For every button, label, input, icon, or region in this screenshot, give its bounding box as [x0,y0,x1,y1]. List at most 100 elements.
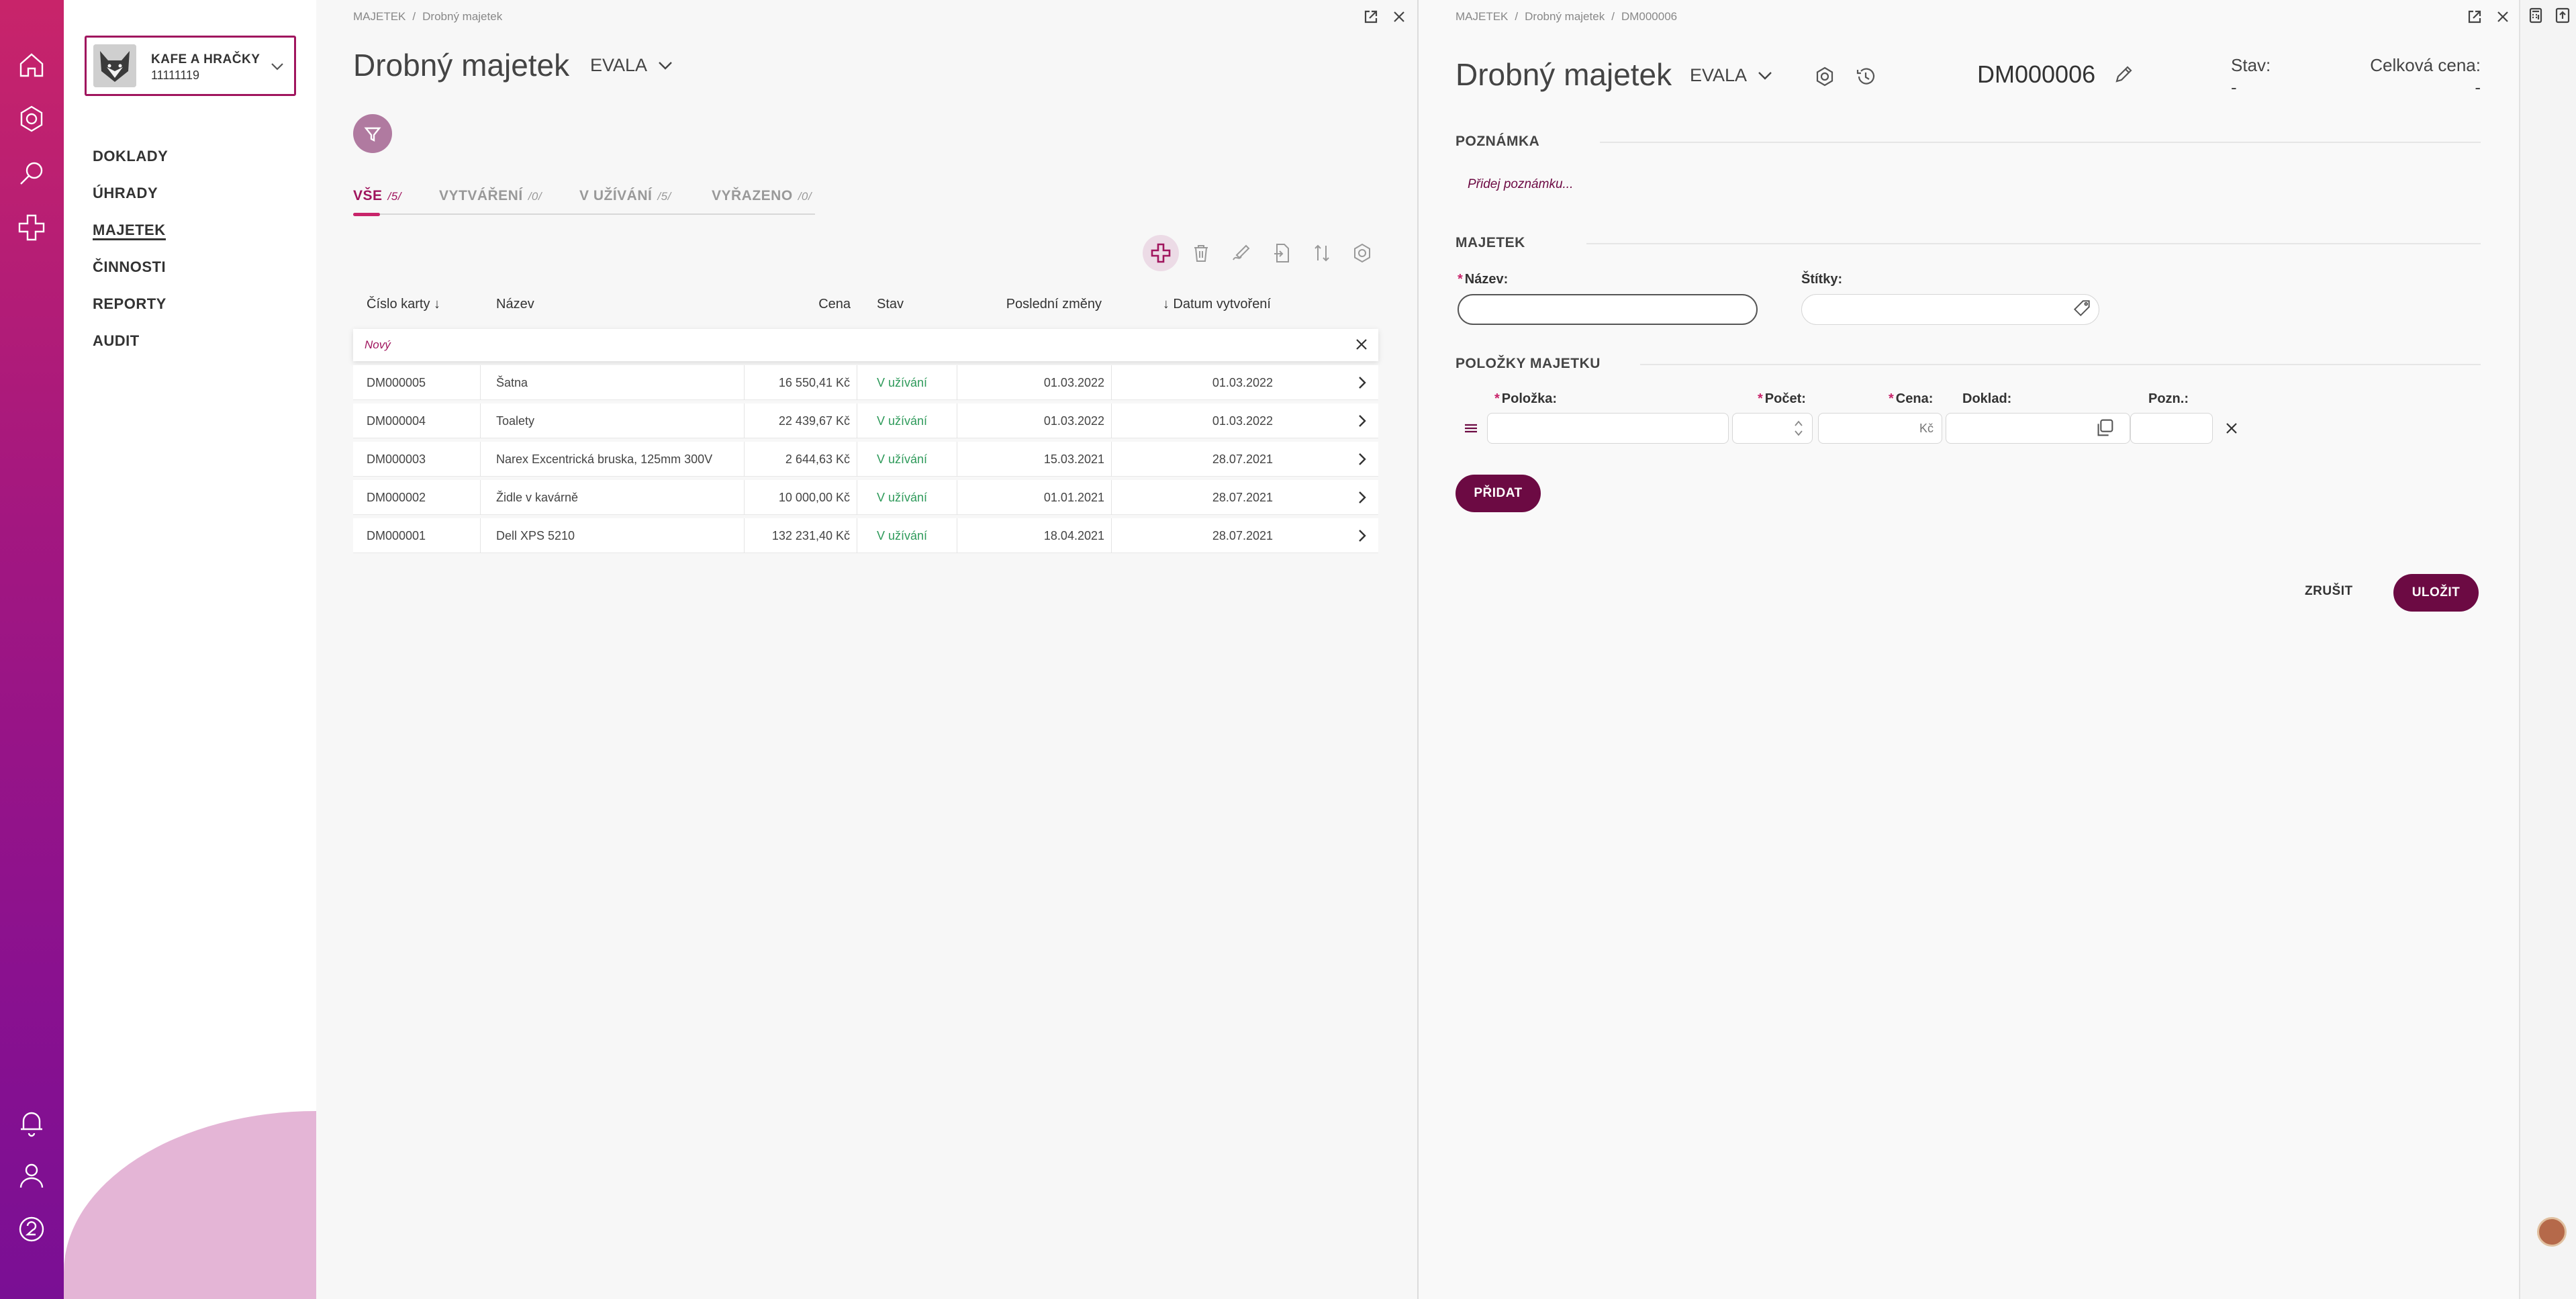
help-icon[interactable] [13,1211,50,1247]
chevron-down-icon[interactable] [267,56,287,77]
cell-name: Židle v kavárně [489,480,745,515]
cell-price: 2 644,63 Kč [712,442,857,477]
chevron-right-icon[interactable] [1353,526,1372,545]
cell-name: Šatna [489,365,745,400]
close-icon[interactable] [1390,8,1408,26]
column-header-state[interactable]: Stav [877,297,904,312]
chevron-right-icon[interactable] [1353,488,1372,507]
open-external-icon[interactable] [1362,8,1380,26]
open-external-icon[interactable] [2466,8,2483,26]
note-input[interactable]: Přidej poznámku... [1468,177,1573,192]
cell-changed: 01.01.2021 [957,480,1112,515]
column-header-card[interactable]: Číslo karty ↓ [367,297,440,312]
breadcrumb-majetek[interactable]: MAJETEK [1456,10,1508,23]
item-input[interactable] [1487,413,1729,444]
org-selector[interactable]: EVALA [590,55,675,76]
tag-icon[interactable] [2071,297,2093,319]
tab-bar: VŠE/5/ VYTVÁŘENÍ/0/ V UŽÍVÁNÍ/5/ VYŘAZEN… [353,188,815,215]
close-icon[interactable] [2494,8,2512,26]
breadcrumb-drobny-majetek[interactable]: Drobný majetek [422,10,502,23]
cell-changed: 18.04.2021 [957,518,1112,553]
nav-item-majetek[interactable]: MAJETEK [93,220,168,257]
tab-vyrazeno[interactable]: VYŘAZENO/0/ [712,188,812,204]
cancel-button[interactable]: ZRUŠIT [2305,584,2353,599]
cell-card: DM000001 [360,518,481,553]
list-settings-button[interactable] [1344,235,1380,271]
column-header-changed[interactable]: Poslední změny [954,297,1102,312]
total-price-value: - [2475,77,2481,97]
drag-handle-icon[interactable] [1463,420,1479,436]
add-icon[interactable] [13,209,50,246]
column-header-price[interactable]: Cena [719,297,851,312]
price-input[interactable] [1818,413,1942,444]
breadcrumb-drobny-majetek[interactable]: Drobný majetek [1525,10,1605,23]
tab-v-uzivani[interactable]: V UŽÍVÁNÍ/5/ [579,188,671,204]
breadcrumb-doc: DM000006 [1621,10,1678,23]
name-input[interactable] [1458,294,1758,325]
table-row[interactable]: DM000002 Židle v kavárně 10 000,00 Kč V uží… [353,480,1378,515]
cell-price: 10 000,00 Kč [712,480,857,515]
cell-name: Narex Excentrická bruska, 125mm 300V [489,442,745,477]
nav-item-cinnosti[interactable]: ČINNOSTI [93,257,168,294]
company-switcher[interactable]: KAFE A HRAČKY 11111119 [85,36,296,96]
table-row[interactable]: DM000001 Dell XPS 5210 132 231,40 Kč V užív… [353,518,1378,553]
breadcrumb: MAJETEK / Drobný majetek [353,10,503,23]
company-id: 11111119 [151,68,200,82]
add-item-button[interactable]: PŘIDAT [1456,475,1541,512]
tab-vse[interactable]: VŠE/5/ [353,188,401,204]
org-name: EVALA [1690,65,1748,85]
settings-icon[interactable] [1813,64,1837,89]
search-icon[interactable] [13,156,50,192]
save-button[interactable]: ULOŽIT [2393,574,2479,612]
export-button[interactable] [1263,235,1300,271]
nav-item-reporty[interactable]: REPORTY [93,294,168,331]
section-note: POZNÁMKA [1456,134,1540,149]
cell-price: 16 550,41 Kč [712,365,857,400]
chevron-down-icon [1758,71,1772,80]
edit-icon[interactable] [2111,62,2136,87]
chevron-right-icon[interactable] [1353,412,1372,430]
cell-changed: 01.03.2022 [957,403,1112,438]
stepper-icon[interactable] [1792,416,1805,440]
chevron-right-icon[interactable] [1353,373,1372,392]
calculator-icon[interactable] [2527,7,2544,24]
new-row[interactable]: Nový [353,329,1378,361]
count-label: * Počet: [1758,391,1806,406]
table-row[interactable]: DM000003 Narex Excentrická bruska, 125mm … [353,442,1378,477]
approve-button[interactable] [1223,235,1259,271]
breadcrumb-majetek[interactable]: MAJETEK [353,10,406,23]
column-header-created[interactable]: ↓ Datum vytvoření [1115,297,1271,312]
filter-button[interactable] [353,114,392,153]
company-name: KAFE A HRAČKY [151,52,260,66]
remove-row-icon[interactable] [2223,420,2240,437]
history-icon[interactable] [1854,64,1878,89]
upload-icon[interactable] [2554,7,2571,24]
state-label: Stav: [2231,55,2271,75]
close-icon[interactable] [1353,336,1370,353]
user-icon[interactable] [13,1157,50,1194]
tab-vytvareni[interactable]: VYTVÁŘENÍ/0/ [439,188,542,204]
tags-input[interactable] [1801,294,2099,325]
assistant-avatar[interactable] [2537,1217,2567,1247]
chevron-right-icon[interactable] [1353,450,1372,469]
decorative-blob [64,1111,316,1299]
nav-item-audit[interactable]: AUDIT [93,331,168,368]
nav-item-uhrady[interactable]: ÚHRADY [93,183,168,220]
add-button[interactable] [1143,235,1179,271]
org-selector[interactable]: EVALA [1690,65,1775,86]
home-icon[interactable] [13,47,50,83]
table-body: DM000005 Šatna 16 550,41 Kč V užívání 01.03.… [353,365,1378,553]
sort-button[interactable] [1304,235,1340,271]
table-row[interactable]: DM000004 Toalety 22 439,67 Kč V užívání 01.0… [353,403,1378,438]
column-header-name[interactable]: Název [496,297,534,312]
note-item-input[interactable] [2130,413,2213,444]
table-row[interactable]: DM000005 Šatna 16 550,41 Kč V užívání 01.03.… [353,365,1378,400]
sign-icon [1233,244,1250,260]
cell-changed: 01.03.2022 [957,365,1112,400]
bell-icon[interactable] [13,1104,50,1141]
copy-icon[interactable] [2093,416,2116,439]
name-label: * Název: [1458,272,1509,287]
nav-item-doklady[interactable]: DOKLADY [93,146,168,183]
delete-button[interactable] [1183,235,1219,271]
settings-icon[interactable] [13,101,50,137]
